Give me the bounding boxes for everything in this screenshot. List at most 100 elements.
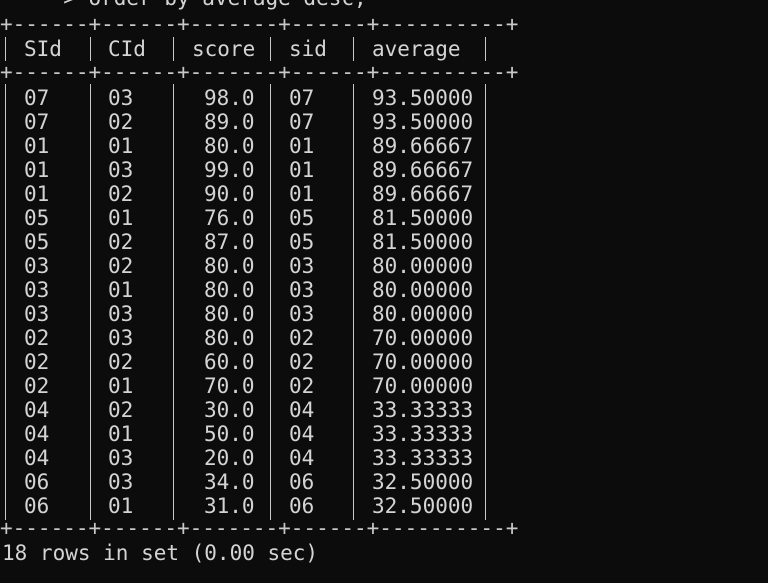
table-row: 07 03 98.0 07 93.50000 <box>0 86 495 110</box>
header-sid-lower: sid <box>289 37 327 61</box>
cell-cid: 01 <box>108 494 134 518</box>
header-average: average <box>372 37 461 61</box>
header-score: score <box>192 37 256 61</box>
cell-cid: 03 <box>108 326 134 350</box>
cell-cid: 02 <box>108 110 134 134</box>
table-row: 05 02 87.0 05 81.50000 <box>0 230 495 254</box>
cell-sid-upper: 04 <box>24 422 50 446</box>
table-row: 03 01 80.0 03 80.00000 <box>0 278 495 302</box>
cell-score: 31.0 <box>204 494 255 518</box>
cell-score: 87.0 <box>204 230 255 254</box>
cell-sid-lower: 06 <box>289 470 315 494</box>
cell-average: 33.33333 <box>372 422 474 446</box>
cell-sid-lower: 04 <box>289 446 315 470</box>
cell-cid: 01 <box>108 422 134 446</box>
cell-sid-lower: 03 <box>289 254 315 278</box>
cell-average: 33.33333 <box>372 446 474 470</box>
cell-sid-lower: 02 <box>289 326 315 350</box>
cell-score: 34.0 <box>204 470 255 494</box>
cell-sid-upper: 04 <box>24 398 50 422</box>
cell-sid-upper: 06 <box>24 494 50 518</box>
query-result-summary: 18 rows in set (0.00 sec) <box>2 541 319 565</box>
cell-score: 76.0 <box>204 206 255 230</box>
cell-sid-lower: 01 <box>289 134 315 158</box>
table-row: 06 03 34.0 06 32.50000 <box>0 470 495 494</box>
table-row: 06 01 31.0 06 32.50000 <box>0 494 495 518</box>
cell-cid: 02 <box>108 350 134 374</box>
cell-score: 80.0 <box>204 302 255 326</box>
cell-average: 32.50000 <box>372 494 474 518</box>
cell-cid: 01 <box>108 278 134 302</box>
cell-sid-lower: 05 <box>289 230 315 254</box>
cell-average: 81.50000 <box>372 230 474 254</box>
cell-average: 89.66667 <box>372 134 474 158</box>
cell-cid: 02 <box>108 182 134 206</box>
cell-score: 30.0 <box>204 398 255 422</box>
cell-sid-lower: 02 <box>289 350 315 374</box>
cell-sid-upper: 07 <box>24 110 50 134</box>
cell-sid-lower: 05 <box>289 206 315 230</box>
table-row: 02 03 80.0 02 70.00000 <box>0 326 495 350</box>
cell-sid-upper: 05 <box>24 206 50 230</box>
table-row: 04 01 50.0 04 33.33333 <box>0 422 495 446</box>
cell-cid: 01 <box>108 374 134 398</box>
cell-sid-lower: 03 <box>289 278 315 302</box>
table-row: 07 02 89.0 07 93.50000 <box>0 110 495 134</box>
cell-sid-upper: 02 <box>24 350 50 374</box>
table-border-top: +------+------+-------+------+----------… <box>0 12 519 36</box>
cell-average: 33.33333 <box>372 398 474 422</box>
cell-score: 20.0 <box>204 446 255 470</box>
table-row: 04 02 30.0 04 33.33333 <box>0 398 495 422</box>
cell-sid-upper: 02 <box>24 374 50 398</box>
cell-cid: 02 <box>108 230 134 254</box>
cell-score: 80.0 <box>204 254 255 278</box>
cell-sid-lower: 01 <box>289 158 315 182</box>
table-row: 01 01 80.0 01 89.66667 <box>0 134 495 158</box>
cell-sid-lower: 07 <box>289 110 315 134</box>
cell-sid-lower: 01 <box>289 182 315 206</box>
cell-sid-upper: 03 <box>24 254 50 278</box>
cell-cid: 02 <box>108 398 134 422</box>
cell-sid-upper: 04 <box>24 446 50 470</box>
table-border-mid: +------+------+-------+------+----------… <box>0 60 519 84</box>
cell-cid: 03 <box>108 302 134 326</box>
cell-cid: 01 <box>108 134 134 158</box>
cell-score: 80.0 <box>204 134 255 158</box>
cell-sid-upper: 03 <box>24 302 50 326</box>
column-separator <box>353 37 354 61</box>
cell-score: 60.0 <box>204 350 255 374</box>
cell-sid-upper: 02 <box>24 326 50 350</box>
cell-sid-lower: 07 <box>289 86 315 110</box>
cell-score: 99.0 <box>204 158 255 182</box>
cell-average: 89.66667 <box>372 182 474 206</box>
cell-sid-lower: 04 <box>289 398 315 422</box>
cell-sid-upper: 01 <box>24 158 50 182</box>
cell-score: 80.0 <box>204 326 255 350</box>
cell-sid-lower: 04 <box>289 422 315 446</box>
cell-cid: 03 <box>108 446 134 470</box>
cell-sid-lower: 06 <box>289 494 315 518</box>
cell-average: 93.50000 <box>372 86 474 110</box>
column-separator <box>173 37 174 61</box>
column-separator <box>90 37 91 61</box>
cell-sid-lower: 02 <box>289 374 315 398</box>
table-row: 05 01 76.0 05 81.50000 <box>0 206 495 230</box>
cell-score: 50.0 <box>204 422 255 446</box>
command-continuation-line: -> order by average desc; <box>0 0 367 10</box>
cell-sid-upper: 05 <box>24 230 50 254</box>
table-row: 02 02 60.0 02 70.00000 <box>0 350 495 374</box>
cell-score: 90.0 <box>204 182 255 206</box>
cell-cid: 03 <box>108 470 134 494</box>
terminal-window[interactable]: -> order by average desc; +------+------… <box>0 0 768 583</box>
cell-average: 32.50000 <box>372 470 474 494</box>
table-header-row: SId CId score sid average <box>0 37 495 61</box>
column-separator <box>270 37 271 61</box>
cell-score: 80.0 <box>204 278 255 302</box>
header-cid: CId <box>108 37 146 61</box>
cell-cid: 03 <box>108 158 134 182</box>
cell-average: 70.00000 <box>372 326 474 350</box>
cell-cid: 01 <box>108 206 134 230</box>
column-separator <box>5 37 6 61</box>
cell-average: 70.00000 <box>372 374 474 398</box>
cell-score: 89.0 <box>204 110 255 134</box>
